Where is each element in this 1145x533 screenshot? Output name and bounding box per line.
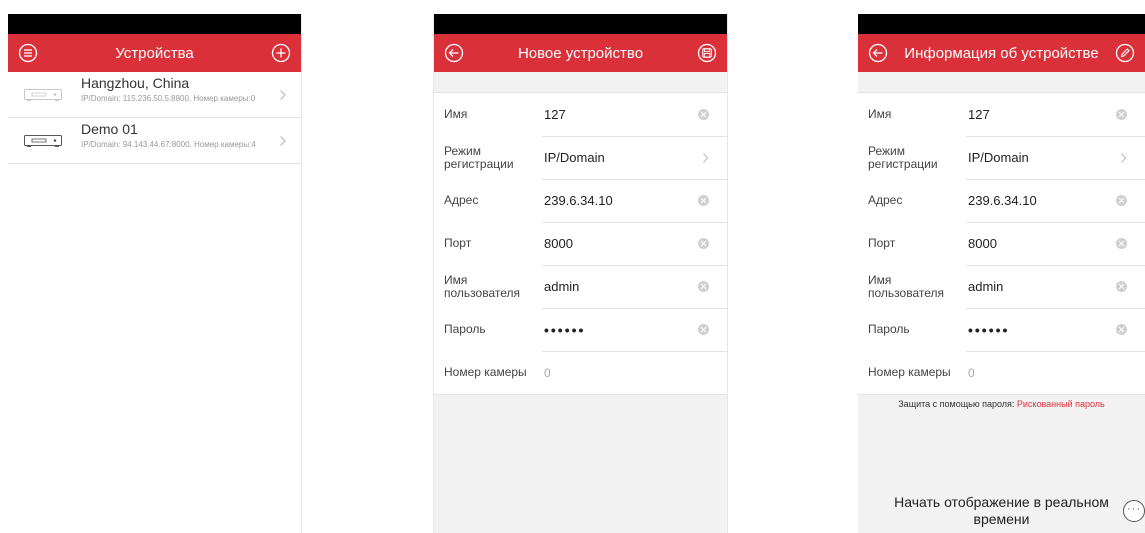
port-label: Порт xyxy=(868,236,896,250)
port-field[interactable]: 8000 xyxy=(968,222,1108,265)
device-list-item[interactable]: Hangzhou, China IP/Domain: 115.236.50.5:… xyxy=(8,72,301,118)
password-risk-status: Рискованный пароль xyxy=(1016,399,1105,409)
app-bar: Новое устройство xyxy=(434,34,727,72)
chevron-right-icon[interactable] xyxy=(702,151,709,163)
clear-icon[interactable] xyxy=(698,281,709,292)
name-label: Имя xyxy=(868,107,892,121)
name-field[interactable]: 127 xyxy=(968,93,1108,136)
clear-icon[interactable] xyxy=(1116,324,1127,335)
address-field[interactable]: 239.6.34.10 xyxy=(968,179,1108,222)
page-title: Информация об устройстве xyxy=(904,44,1099,62)
address-field[interactable]: 239.6.34.10 xyxy=(544,179,684,222)
device-name: Hangzhou, China xyxy=(81,75,190,91)
device-list-item[interactable]: Demo 01 IP/Domain: 94.143.44.67:8000, Но… xyxy=(8,118,301,164)
password-label: Пароль xyxy=(444,322,486,336)
start-live-view-button[interactable]: Начать отображение в реальном времени xyxy=(868,494,1135,528)
username-row: Имя пользователя admin xyxy=(434,265,727,308)
clear-icon[interactable] xyxy=(1116,281,1127,292)
port-field[interactable]: 8000 xyxy=(544,222,684,265)
device-info-form: Имя 127 Режим регистрации IP/Domain Адре… xyxy=(858,92,1145,395)
username-field[interactable]: admin xyxy=(968,265,1108,308)
camera-number-label: Номер камеры xyxy=(868,365,951,379)
new-device-screen: Новое устройство Имя 127 Режим регистрац… xyxy=(433,14,728,533)
devices-screen: Устройства Hangzhou, China IP/Domain: 11… xyxy=(8,14,302,533)
clear-icon[interactable] xyxy=(698,238,709,249)
chevron-right-icon[interactable] xyxy=(1120,151,1127,163)
registration-mode-row[interactable]: Режим регистрации IP/Domain xyxy=(434,136,727,179)
menu-icon[interactable] xyxy=(18,43,38,63)
device-info-screen: Информация об устройстве Имя 127 Режим р… xyxy=(858,14,1145,533)
port-label: Порт xyxy=(444,236,472,250)
clear-icon[interactable] xyxy=(1116,238,1127,249)
password-protection-note: Защита с помощью пароля: Рискованный пар… xyxy=(858,399,1145,409)
username-field[interactable]: admin xyxy=(544,265,684,308)
camera-number-row: Номер камеры 0 xyxy=(858,351,1145,394)
clear-icon[interactable] xyxy=(698,324,709,335)
username-label: Имя пользователя xyxy=(444,272,520,300)
status-bar xyxy=(858,14,1145,34)
username-row: Имя пользователя admin xyxy=(858,265,1145,308)
save-icon[interactable] xyxy=(697,43,717,63)
password-protection-label: Защита с помощью пароля: xyxy=(898,399,1015,409)
clear-icon[interactable] xyxy=(698,195,709,206)
name-field[interactable]: 127 xyxy=(544,93,684,136)
password-label: Пароль xyxy=(868,322,910,336)
camera-number-row: Номер камеры 0 xyxy=(434,351,727,394)
app-bar: Информация об устройстве xyxy=(858,34,1145,72)
status-bar xyxy=(434,14,727,34)
device-address: IP/Domain: 115.236.50.5:8800, Номер каме… xyxy=(81,94,256,103)
chevron-right-icon xyxy=(279,88,287,100)
registration-mode-label: Режим регистрации xyxy=(444,143,514,171)
name-row: Имя 127 xyxy=(858,93,1145,136)
address-label: Адрес xyxy=(868,193,903,207)
name-label: Имя xyxy=(444,107,468,121)
port-row: Порт 8000 xyxy=(858,222,1145,265)
address-label: Адрес xyxy=(444,193,479,207)
password-row: Пароль •••••• xyxy=(434,308,727,351)
name-row: Имя 127 xyxy=(434,93,727,136)
device-name: Demo 01 xyxy=(81,121,138,137)
dvr-icon xyxy=(24,88,62,101)
clear-icon[interactable] xyxy=(698,109,709,120)
dvr-icon xyxy=(24,134,62,147)
page-title: Новое устройство xyxy=(517,44,644,62)
edit-pencil-icon[interactable] xyxy=(1115,43,1135,63)
chevron-right-icon xyxy=(279,134,287,146)
camera-number-label: Номер камеры xyxy=(444,365,527,379)
status-bar xyxy=(8,14,301,34)
device-form: Имя 127 Режим регистрации IP/Domain Адре… xyxy=(434,92,727,395)
page-title: Устройства xyxy=(115,44,194,62)
clear-icon[interactable] xyxy=(1116,195,1127,206)
address-row: Адрес 239.6.34.10 xyxy=(858,179,1145,222)
app-bar: Устройства xyxy=(8,34,301,72)
registration-mode-row[interactable]: Режим регистрации IP/Domain xyxy=(858,136,1145,179)
port-row: Порт 8000 xyxy=(434,222,727,265)
more-options-icon[interactable]: ··· xyxy=(1123,500,1145,522)
back-arrow-icon[interactable] xyxy=(868,43,888,63)
password-field[interactable]: •••••• xyxy=(544,308,684,351)
password-field[interactable]: •••••• xyxy=(968,308,1108,351)
username-label: Имя пользователя xyxy=(868,272,944,300)
registration-mode-value[interactable]: IP/Domain xyxy=(968,136,1108,179)
clear-icon[interactable] xyxy=(1116,109,1127,120)
camera-number-value: 0 xyxy=(544,365,551,380)
password-row: Пароль •••••• xyxy=(858,308,1145,351)
back-arrow-icon[interactable] xyxy=(444,43,464,63)
device-address: IP/Domain: 94.143.44.67:8000, Номер каме… xyxy=(81,140,256,149)
camera-number-value: 0 xyxy=(968,365,975,380)
registration-mode-value[interactable]: IP/Domain xyxy=(544,136,684,179)
registration-mode-label: Режим регистрации xyxy=(868,143,938,171)
add-device-icon[interactable] xyxy=(271,43,291,63)
address-row: Адрес 239.6.34.10 xyxy=(434,179,727,222)
